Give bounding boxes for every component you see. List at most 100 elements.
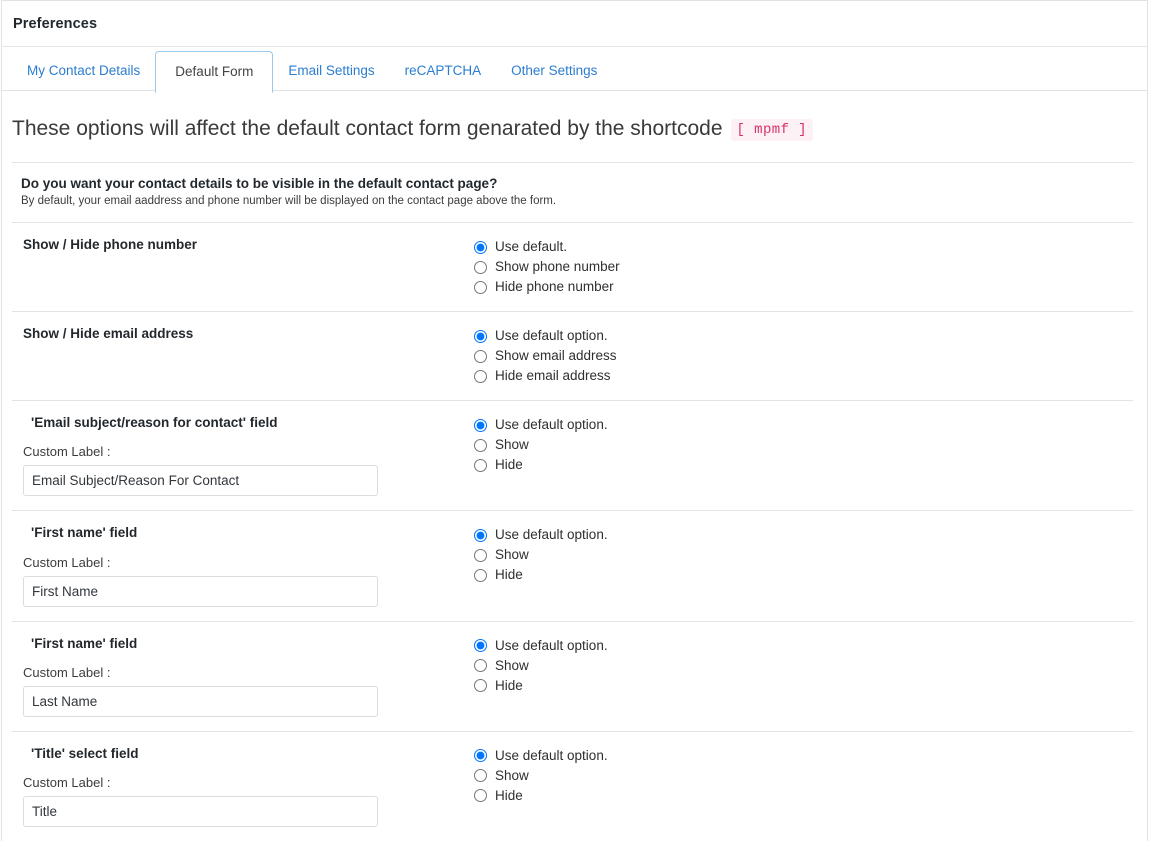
setting-title: 'Email subject/reason for contact' field	[31, 415, 278, 431]
tab-my-contact-details[interactable]: My Contact Details	[12, 51, 155, 91]
radio-group: Use default option. Show Hide	[474, 636, 1133, 696]
radio-option[interactable]: Hide	[474, 455, 1133, 475]
setting-row-grid: 'First name' field Custom Label : Use defa…	[12, 524, 1133, 607]
radio-input[interactable]	[474, 749, 487, 763]
setting-row-grid: Show / Hide phone number Use default. Show…	[12, 236, 1133, 297]
custom-label-text: Custom Label :	[23, 444, 111, 460]
radio-option[interactable]: Hide	[474, 565, 1133, 585]
radio-option[interactable]: Use default option.	[474, 636, 1133, 656]
tab-default-form[interactable]: Default Form	[155, 51, 274, 93]
page-title: Preferences	[13, 16, 98, 32]
custom-label-input[interactable]	[23, 796, 378, 828]
radio-input[interactable]	[474, 438, 487, 452]
custom-label-text: Custom Label :	[23, 664, 111, 680]
tab-recaptcha[interactable]: reCAPTCHA	[390, 51, 497, 91]
radio-option-label: Hide	[495, 677, 523, 693]
radio-option[interactable]: Hide	[474, 676, 1133, 696]
radio-input[interactable]	[474, 458, 487, 472]
radio-input[interactable]	[474, 789, 487, 803]
tab-list: My Contact Details Default Form Email Sett…	[12, 47, 1147, 93]
setting-options-column: Use default option. Show Hide	[474, 745, 1133, 806]
setting-label-column: Show / Hide email address	[12, 325, 474, 343]
custom-label-input[interactable]	[23, 685, 378, 717]
radio-option[interactable]: Use default option.	[474, 746, 1133, 766]
radio-option-label: Use default.	[495, 239, 568, 255]
preferences-panel: Preferences My Contact Details Default Fo…	[1, 0, 1148, 841]
radio-group: Use default option. Show email address Hid…	[474, 326, 1133, 386]
radio-group: Use default. Show phone number Hide phone …	[474, 237, 1133, 297]
radio-option-label: Show	[495, 437, 529, 453]
setting-options-column: Use default option. Show Hide	[474, 524, 1133, 585]
tab-bar: My Contact Details Default Form Email Sett…	[2, 47, 1147, 93]
radio-input[interactable]	[474, 369, 487, 383]
radio-option-label: Show phone number	[495, 259, 620, 275]
radio-option[interactable]: Use default option.	[474, 326, 1133, 346]
setting-label-column: 'First name' field Custom Label :	[12, 524, 474, 607]
radio-option-label: Show	[495, 547, 529, 563]
radio-option-label: Use default option.	[495, 637, 608, 653]
radio-input[interactable]	[474, 679, 487, 693]
radio-option-label: Hide	[495, 457, 523, 473]
setting-title: Show / Hide phone number	[23, 237, 198, 253]
setting-options-column: Use default option. Show Hide	[474, 414, 1133, 475]
radio-group: Use default option. Show Hide	[474, 415, 1133, 475]
setting-row-grid: 'Title' select field Custom Label : Use de…	[12, 745, 1133, 828]
intro-title: Do you want your contact details to be v…	[21, 176, 498, 192]
radio-input[interactable]	[474, 329, 487, 343]
radio-input[interactable]	[474, 260, 487, 274]
radio-input[interactable]	[474, 418, 487, 432]
radio-input[interactable]	[474, 639, 487, 653]
setting-title: Show / Hide email address	[23, 326, 194, 342]
radio-option[interactable]: Show	[474, 545, 1133, 565]
radio-input[interactable]	[474, 659, 487, 673]
setting-label-column: 'Email subject/reason for contact' field…	[12, 414, 474, 497]
radio-option-label: Use default option.	[495, 747, 608, 763]
setting-row-grid: 'First name' field Custom Label : Use defa…	[12, 635, 1133, 717]
main-heading: These options will affect the default co…	[2, 91, 1147, 162]
radio-option[interactable]: Hide email address	[474, 366, 1133, 386]
setting-label-column: 'Title' select field Custom Label :	[12, 745, 474, 828]
setting-row: 'Email subject/reason for contact' field…	[12, 400, 1133, 510]
radio-option[interactable]: Show	[474, 656, 1133, 676]
radio-group: Use default option. Show Hide	[474, 525, 1133, 585]
radio-option[interactable]: Hide	[474, 786, 1133, 806]
radio-input[interactable]	[474, 240, 487, 254]
tab-email-settings[interactable]: Email Settings	[273, 51, 389, 91]
setting-label-column: Show / Hide phone number	[12, 236, 474, 254]
intro-subtitle: By default, your email aaddress and phon…	[21, 195, 557, 208]
setting-label-column: 'First name' field Custom Label :	[12, 635, 474, 717]
setting-title: 'First name' field	[31, 635, 138, 651]
radio-option[interactable]: Hide phone number	[474, 277, 1133, 297]
radio-option[interactable]: Use default option.	[474, 415, 1133, 435]
radio-option-label: Hide	[495, 787, 523, 803]
setting-options-column: Use default option. Show email address Hid…	[474, 325, 1133, 386]
custom-label-input[interactable]	[23, 465, 378, 497]
radio-option-label: Hide phone number	[495, 279, 614, 295]
radio-option[interactable]: Show email address	[474, 346, 1133, 366]
radio-option[interactable]: Show	[474, 435, 1133, 455]
radio-input[interactable]	[474, 769, 487, 783]
shortcode-badge: [ mpmf ]	[730, 119, 813, 141]
custom-label-text: Custom Label :	[23, 554, 111, 570]
radio-option-label: Show email address	[495, 348, 617, 364]
radio-option-label: Show	[495, 767, 529, 783]
radio-input[interactable]	[474, 349, 487, 363]
setting-row: Show / Hide email address Use default opt…	[12, 311, 1133, 400]
custom-label-text: Custom Label :	[23, 775, 111, 791]
radio-input[interactable]	[474, 528, 487, 542]
radio-option[interactable]: Show	[474, 766, 1133, 786]
setting-title: 'First name' field	[31, 525, 138, 541]
radio-input[interactable]	[474, 568, 487, 582]
radio-option[interactable]: Use default option.	[474, 525, 1133, 545]
radio-option[interactable]: Show phone number	[474, 257, 1133, 277]
radio-input[interactable]	[474, 548, 487, 562]
settings-sections: Show / Hide phone number Use default. Show…	[2, 222, 1147, 841]
setting-title: 'Title' select field	[31, 745, 139, 761]
setting-row: 'First name' field Custom Label : Use defa…	[12, 620, 1133, 731]
radio-option-label: Use default option.	[495, 328, 608, 344]
radio-option[interactable]: Use default.	[474, 237, 1133, 257]
radio-input[interactable]	[474, 280, 487, 294]
radio-option-label: Hide	[495, 567, 523, 583]
custom-label-input[interactable]	[23, 575, 378, 607]
tab-other-settings[interactable]: Other Settings	[496, 51, 612, 91]
